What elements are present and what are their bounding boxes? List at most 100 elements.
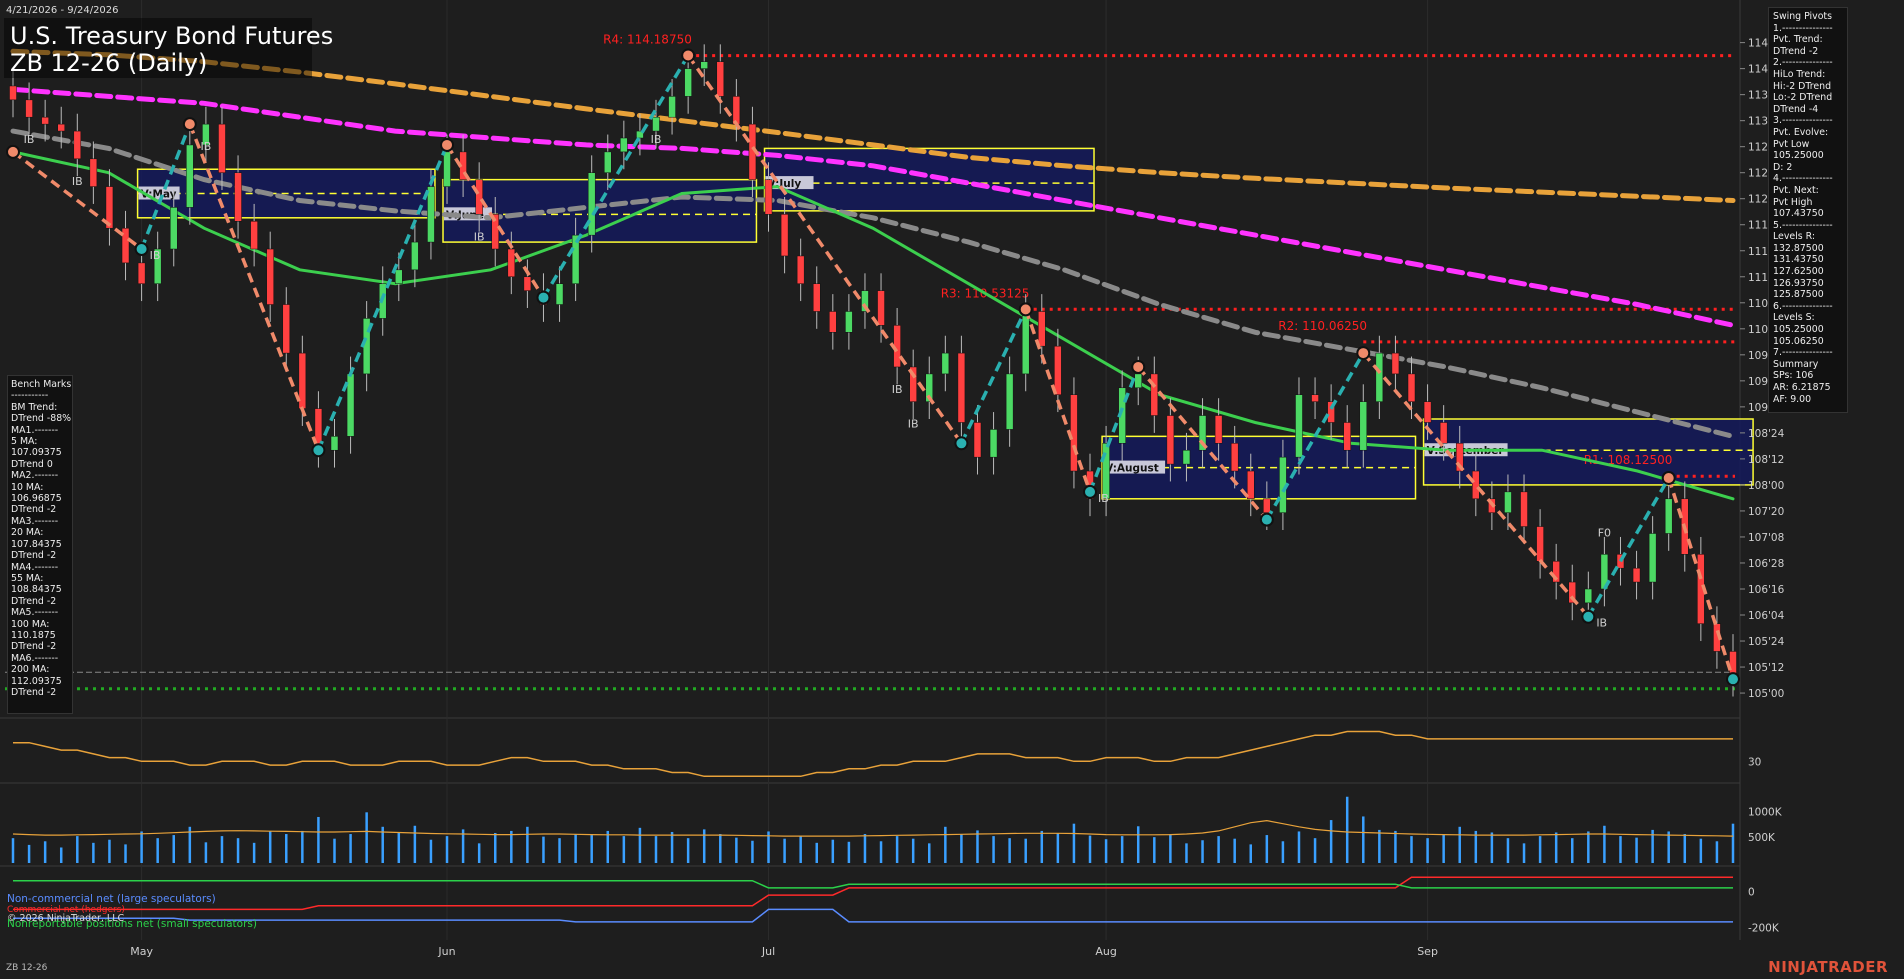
swing-pivots-line: Levels R: [1773,231,1815,243]
swing-pivots-line: DTrend -2 [1773,45,1819,57]
y-tick-label: 105'24 [1748,636,1785,648]
candle-body [652,116,660,132]
swing-pivot-marker [1356,346,1371,361]
cot-series-line [13,876,1733,911]
swing-pivot-marker [1259,512,1274,527]
candle-body [620,137,628,153]
swing-pivot-marker [1581,609,1596,624]
candle-body [507,248,516,278]
swing-pivots-line: 1.--------------- [1773,22,1833,34]
candle-body [266,248,274,305]
brand-logo: NINJATRADER [1768,958,1888,976]
candle-body [732,96,741,125]
volume-panel [11,796,1735,863]
y-tick-label: 108'24 [1748,428,1785,440]
y-tick-label: 106'28 [1748,558,1784,570]
candle-body [1038,311,1046,347]
candle-body [604,151,612,173]
swing-pivots-line: Pvt Low [1773,138,1810,150]
swing-pivots-line: Hi:-2 DTrend [1773,80,1832,92]
bench-marks-line: 10 MA: [11,481,44,493]
swing-pivots-line: 4.--------------- [1773,173,1833,185]
candle-body [700,61,708,69]
swing-pivot-marker [440,137,455,152]
candle-body [555,283,564,305]
candle-body [73,130,82,160]
swing-pivots-line: Pvt. Trend: [1773,34,1823,46]
candle-body [234,172,242,222]
swing-pivot-label: IB [150,249,161,262]
oscillator-line [13,730,1733,778]
bench-marks-line: 20 MA: [11,527,44,539]
swing-pivot-marker [1083,484,1098,499]
candle-body [1182,449,1191,465]
candle-body [1054,345,1062,395]
symbol-footer: ZB 12-26 [6,963,48,973]
resistance-label: R4: 114.18750 [603,33,692,47]
candle-body [250,221,258,250]
cot-tick-label: -200K [1748,922,1780,934]
swing-pivot-label: IB [1098,492,1109,505]
swing-pivots-line: AF: 9.00 [1773,393,1812,405]
chart-subtitle: ZB 12-26 (Daily) [10,49,208,77]
candle-body [764,179,773,215]
chart-title: U.S. Treasury Bond Futures [10,22,334,50]
chart-canvas: V:MayV:JuneV:JulyV:AugustV:September R4:… [0,0,1785,958]
oscillator-tick-label: 30 [1748,756,1761,768]
marker-label: IB [24,133,35,146]
candle-body [829,311,837,333]
swing-line [1667,477,1735,680]
candle-body [941,352,950,375]
swing-pivots-line: Summary [1773,358,1819,370]
swing-pivot-marker [1661,470,1676,485]
candle-body [1343,422,1351,451]
marker-label: IB [200,140,211,153]
swing-pivot-marker [311,443,326,458]
candle-body [427,186,435,243]
candle-body [684,68,692,97]
candle-body [877,290,885,326]
swing-pivots-line: 132.87500 [1773,242,1824,254]
swing-pivot-marker [182,117,197,132]
candle-body [330,436,339,451]
swing-pivot-marker [536,290,551,305]
candle-body [796,255,805,284]
swing-pivot-marker [1018,302,1033,317]
bench-marks-line: BM Trend: [11,401,58,413]
swing-pivots-line: 127.62500 [1773,266,1824,278]
candle-body [1439,422,1448,444]
candle-body [1423,401,1432,423]
marker-label: IB [72,175,83,188]
marker-label: IB [892,383,903,396]
swing-pivots-line: 7.--------------- [1773,347,1833,359]
x-axis: May Jun Jul Aug Sep [130,945,1438,958]
candle-body [25,99,33,118]
y-tick-label: 107'08 [1748,532,1784,544]
cot-tick-label: 0 [1748,886,1755,898]
bench-marks-line: 110.1875 [11,629,56,641]
candle-body [1375,352,1384,402]
date-range: 4/21/2026 - 9/24/2026 [6,5,119,16]
candle-body [1247,470,1255,500]
bench-marks-line: DTrend -88% [11,413,72,425]
candle-body [812,283,821,312]
candle-body [1584,588,1593,604]
x-tick-label: Sep [1417,945,1438,958]
swing-pivots-line: Pvt High [1773,196,1813,208]
candle-body [957,352,966,423]
swing-pivot-marker [1726,672,1740,687]
marker-label: F0 [1598,526,1611,539]
swing-pivots-line: 131.43750 [1773,254,1824,266]
volume-tick-label: 500K [1748,832,1776,844]
bench-marks-line: DTrend -2 [11,686,57,698]
bench-marks-panel: Bench Marks ----------- BM Trend: DTrend -8… [7,375,73,714]
bench-marks-line: ----------- [11,390,49,402]
bench-marks-line: Bench Marks [11,379,72,390]
swing-line [686,54,963,445]
bench-marks-line: MA4.------- [11,561,59,573]
swing-pivots-line: Swing Pivots [1773,11,1832,22]
candle-body [1070,394,1078,472]
bench-marks-line: 106.96875 [11,493,62,505]
swing-pivot-marker [6,144,20,159]
y-tick-label: 108'12 [1748,454,1784,466]
